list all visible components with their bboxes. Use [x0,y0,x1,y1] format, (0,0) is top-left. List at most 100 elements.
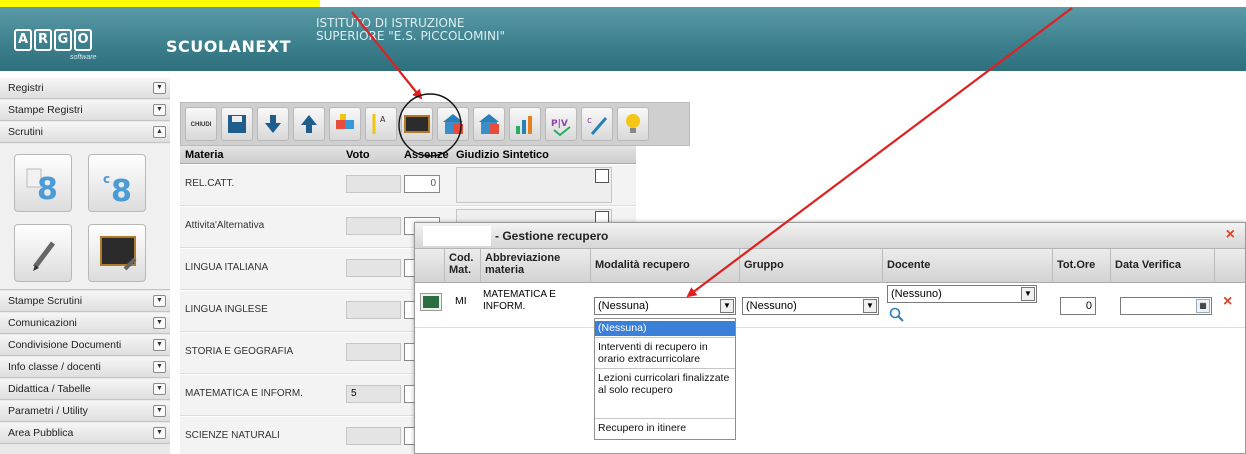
sidebar-item-registri[interactable]: Registri ▼ [0,78,170,99]
tabellone-button[interactable] [88,224,146,282]
search-icon[interactable] [595,169,609,183]
debito-button[interactable] [437,107,469,141]
save-button[interactable] [221,107,253,141]
chevron-down-icon[interactable]: ▼ [153,427,166,439]
voto-input[interactable] [346,343,401,361]
argo-logo: ARGO software [14,29,96,61]
sidebar-item-condivisione[interactable]: Condivisione Documenti ▼ [0,335,170,356]
logo-letter: R [34,29,52,51]
col-cod-mat: Cod. Mat. [445,249,481,283]
svg-text:c: c [103,172,110,186]
gestione-recupero-dialog: - Gestione recupero × Cod. Mat. Abbrevia… [414,222,1246,454]
lightbulb-icon [626,114,640,133]
voto-input[interactable] [346,175,401,193]
import-button[interactable] [329,107,361,141]
grid-header: Materia Voto Assenze Giudizio Sintetico [180,146,636,164]
col-docente: Docente [883,249,1053,283]
chevron-down-icon[interactable]: ▼ [153,383,166,395]
col-icon [415,249,445,283]
voti-finali-button[interactable]: c 8 [88,154,146,212]
chevron-down-icon[interactable]: ▼ [1021,287,1035,301]
edit-giudizi-button[interactable]: c [581,107,613,141]
grade-final-icon: c 8 [103,172,132,209]
chevron-down-icon[interactable]: ▼ [153,82,166,94]
modalita-recupero-select[interactable]: (Nessuna) ▼ [594,297,736,315]
move-up-button[interactable] [293,107,325,141]
sidebar-item-label: Stampe Scrutini [8,295,83,307]
blackboard-icon [423,296,439,308]
col-abbreviazione: Abbreviazione materia [481,249,591,283]
col-materia: Materia [185,149,224,161]
chevron-down-icon[interactable]: ▼ [153,295,166,307]
gruppo-select[interactable]: (Nessuno) ▼ [742,297,879,315]
materia-name: LINGUA ITALIANA [185,262,269,273]
dropdown-option[interactable]: (Nessuna) [595,321,735,336]
app-header: ARGO software SCUOLANEXT ISTITUTO DI IST… [0,7,1246,71]
blackboard-icon [100,236,137,271]
sidebar-item-stampe-registri[interactable]: Stampe Registri ▼ [0,100,170,121]
dialog-title-bar: - Gestione recupero × [415,223,1245,249]
giudizio-input[interactable] [456,167,612,203]
sidebar-item-area-pubblica[interactable]: Area Pubblica ▼ [0,423,170,444]
svg-text:P|V: P|V [551,119,568,129]
sidebar-item-scrutini[interactable]: Scrutini ▲ [0,122,170,143]
gestione-recupero-button[interactable] [401,107,433,141]
dropdown-option[interactable]: Lezioni curricolari finalizzate al solo … [595,372,735,396]
dropdown-option[interactable]: Recupero in itinere [595,422,735,434]
cod-mat-value: MI [455,295,467,307]
chevron-down-icon[interactable]: ▼ [863,299,877,313]
col-gruppo: Gruppo [740,249,883,283]
voto-input[interactable] [346,217,401,235]
col-modalita: Modalità recupero [591,249,740,283]
logo-letter: G [54,29,72,51]
materia-name: MATEMATICA E INFORM. [185,388,303,399]
voto-input[interactable]: 5 [346,385,401,403]
chevron-down-icon[interactable]: ▼ [153,104,166,116]
integrazione-button[interactable] [473,107,505,141]
chevron-down-icon[interactable]: ▼ [153,405,166,417]
sidebar-item-comunicazioni[interactable]: Comunicazioni ▼ [0,313,170,334]
sidebar-item-label: Info classe / docenti [8,361,101,373]
voti-proposti-button[interactable]: 8 [14,154,72,212]
voto-input[interactable] [346,427,401,445]
chevron-down-icon[interactable]: ▼ [153,361,166,373]
sidebar-item-stampe-scrutini[interactable]: Stampe Scrutini ▼ [0,291,170,312]
tot-ore-input[interactable]: 0 [1060,297,1096,315]
chevron-down-icon[interactable]: ▼ [153,339,166,351]
chevron-up-icon[interactable]: ▲ [153,126,166,138]
dialog-title: - Gestione recupero [495,229,609,243]
blackboard-icon[interactable] [420,293,442,311]
toolbar-title-redacted [180,78,380,104]
dropdown-option[interactable]: Interventi di recupero in orario extracu… [595,341,735,365]
school-d-icon [443,114,463,134]
assenze-input[interactable]: 0 [404,175,440,193]
giudizi-button[interactable] [14,224,72,282]
voto-input[interactable] [346,259,401,277]
delete-icon[interactable]: × [1223,293,1232,311]
tabellone-button[interactable] [509,107,541,141]
chevron-down-icon[interactable]: ▼ [720,299,734,313]
docente-select[interactable]: (Nessuno) ▼ [887,285,1037,303]
logo-letter: A [14,29,32,51]
dropdown-separator [595,337,735,338]
sidebar-item-info-classe[interactable]: Info classe / docenti ▼ [0,357,170,378]
modalita-value: (Nessuna) [598,300,649,312]
sidebar-item-label: Condivisione Documenti [8,339,122,351]
hint-button[interactable] [617,107,649,141]
close-button[interactable]: CHIUDI [185,107,217,141]
sidebar-item-label: Stampe Registri [8,104,83,116]
sidebar-item-label: Didattica / Tabelle [8,383,91,395]
voto-input[interactable] [346,301,401,319]
calendar-icon[interactable]: ▦ [1196,299,1210,313]
close-icon[interactable]: × [1226,226,1235,244]
data-verifica-input[interactable]: ▦ [1120,297,1212,315]
docente-value: (Nessuno) [891,288,942,300]
sidebar-item-parametri[interactable]: Parametri / Utility ▼ [0,401,170,422]
sidebar-item-didattica[interactable]: Didattica / Tabelle ▼ [0,379,170,400]
move-down-button[interactable] [257,107,289,141]
search-icon[interactable] [889,307,905,323]
pv-button[interactable]: P|V [545,107,577,141]
chevron-down-icon[interactable]: ▼ [153,317,166,329]
dialog-table-header: Cod. Mat. Abbreviazione materia Modalità… [415,249,1245,283]
sort-button[interactable]: A [365,107,397,141]
